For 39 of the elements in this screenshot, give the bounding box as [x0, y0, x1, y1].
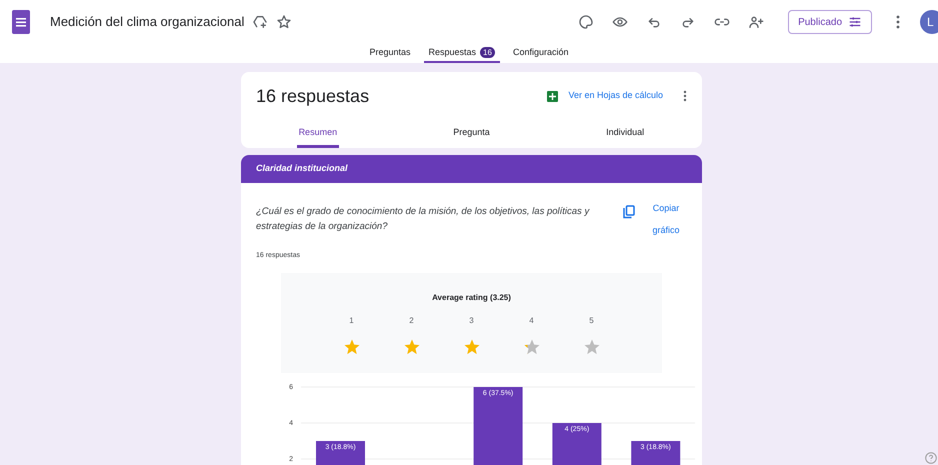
- copy-icon[interactable]: [623, 205, 635, 219]
- rating-label: 4: [529, 314, 534, 326]
- sheets-icon[interactable]: [547, 90, 558, 102]
- star-icon: [522, 338, 540, 356]
- rating-label: 3: [469, 314, 474, 326]
- tab[interactable]: Respuestas 16: [424, 44, 500, 63]
- bar: [316, 440, 365, 465]
- tune-icon: [848, 15, 862, 29]
- tab[interactable]: Preguntas: [364, 44, 416, 63]
- palette-icon[interactable]: [578, 14, 594, 30]
- rating-label: 1: [349, 314, 354, 326]
- more-icon[interactable]: [683, 90, 687, 102]
- view-tab[interactable]: Resumen: [296, 120, 340, 148]
- star-icon: [342, 338, 360, 356]
- copy-chart-button[interactable]: Copiar gráfico: [641, 197, 691, 241]
- view-tab[interactable]: Pregunta: [451, 120, 492, 148]
- bar: [552, 422, 602, 465]
- star-icon: [582, 338, 600, 356]
- star-icon: [462, 338, 480, 356]
- count-badge: 16: [480, 47, 495, 58]
- more-icon[interactable]: [896, 15, 900, 29]
- rating-title: Average rating (3.25): [432, 292, 511, 304]
- rating-label: 2: [409, 314, 414, 326]
- star-outline-icon[interactable]: [276, 14, 292, 30]
- forms-logo-icon[interactable]: [12, 10, 30, 34]
- avatar[interactable]: L: [920, 10, 938, 34]
- bar: [631, 440, 680, 465]
- form-title[interactable]: Medición del clima organizacional: [50, 12, 244, 32]
- responses-title: 16 respuestas: [256, 84, 370, 108]
- tab[interactable]: Configuración: [508, 44, 574, 63]
- question-text: ¿Cuál es el grado de conocimiento de la misión, de los objetivos, las políticas y estrategias de la organización?: [256, 205, 591, 234]
- move-to-drive-icon[interactable]: [252, 14, 268, 30]
- section-title: Claridad institucional: [256, 162, 348, 176]
- sheets-link[interactable]: Ver en Hojas de cálculo: [568, 89, 663, 103]
- rating-label: 5: [589, 314, 594, 326]
- star-icon: [402, 338, 420, 356]
- view-tab[interactable]: Individual: [604, 120, 646, 148]
- add-person-icon[interactable]: [748, 14, 764, 30]
- publish-button[interactable]: Publicado: [788, 10, 872, 34]
